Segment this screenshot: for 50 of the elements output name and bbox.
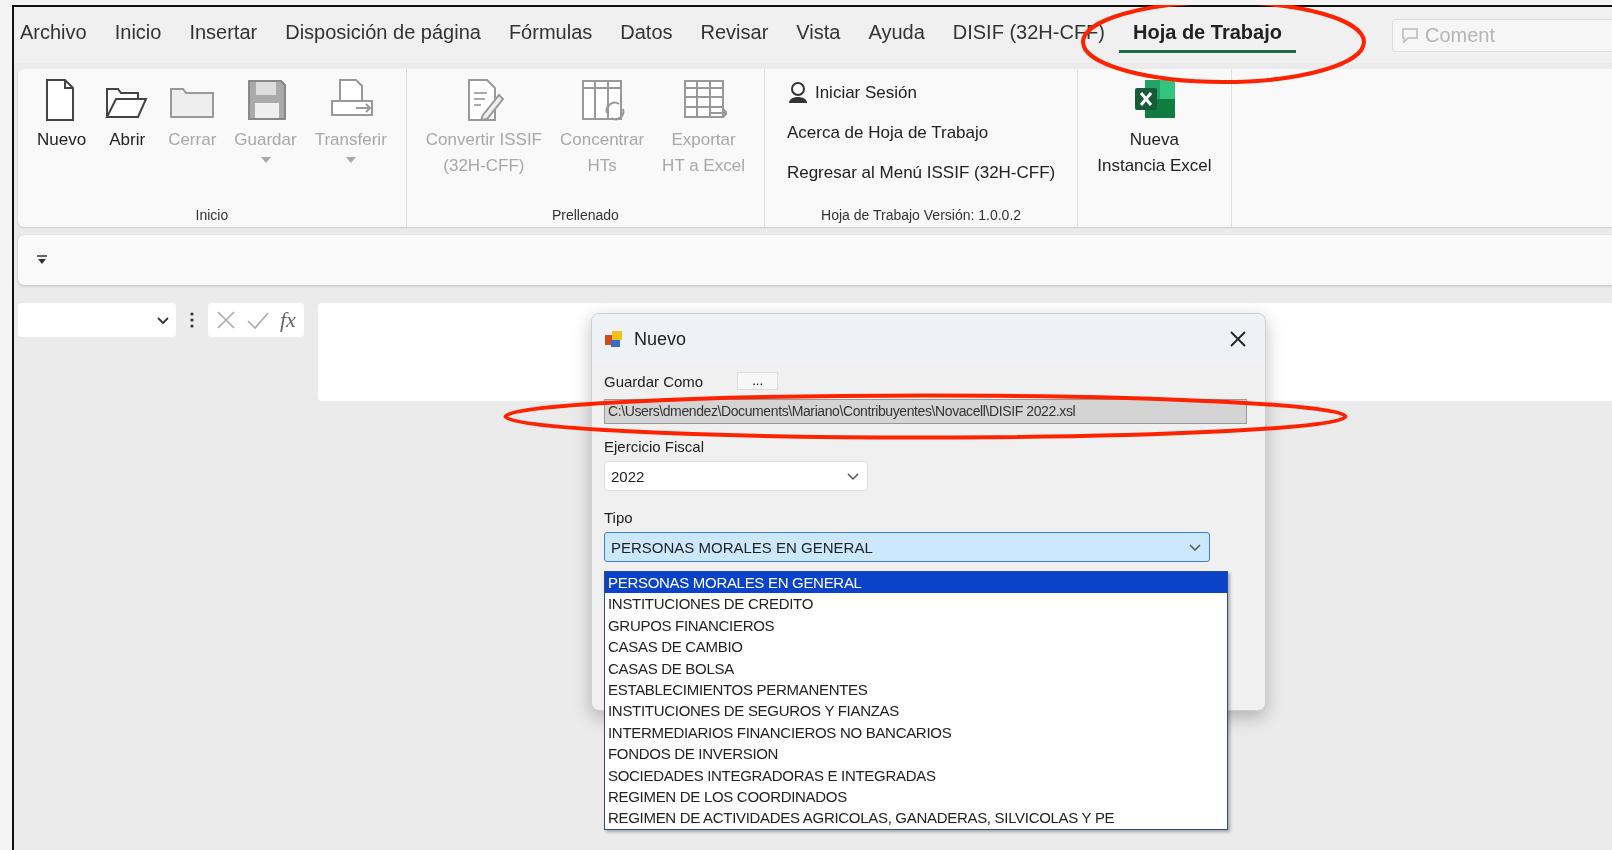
check-icon[interactable] bbox=[246, 310, 270, 330]
more-icon[interactable] bbox=[190, 312, 194, 328]
customize-icon[interactable] bbox=[36, 255, 48, 265]
menu-tab[interactable]: Disposición de página bbox=[271, 17, 495, 53]
dialog-title: Nuevo bbox=[634, 328, 688, 350]
group-caption: Inicio bbox=[194, 206, 230, 223]
menu-tab[interactable]: Datos bbox=[606, 17, 687, 53]
dropdown-option[interactable]: REGIMEN DE LOS COORDINADOS bbox=[605, 785, 1227, 808]
menu-tab[interactable]: Revisar bbox=[686, 17, 783, 53]
field-label: Ejercicio Fiscal bbox=[604, 438, 705, 455]
ribbon-link[interactable]: Iniciar Sesión bbox=[784, 75, 1058, 111]
menu-tab[interactable]: Hoja de Trabajo bbox=[1119, 17, 1296, 53]
user-icon bbox=[786, 81, 809, 105]
chevron-down-icon bbox=[1189, 542, 1201, 552]
menu-tab[interactable]: Inicio bbox=[100, 17, 176, 53]
chevron-down-icon bbox=[156, 315, 170, 325]
ribbon-button[interactable]: Nuevo bbox=[30, 75, 94, 203]
menu-tab[interactable]: Fórmulas bbox=[494, 17, 607, 53]
ribbon-link[interactable]: Acerca de Hoja de Trabajo bbox=[784, 115, 1058, 151]
ribbon-button[interactable]: Abrir bbox=[97, 75, 158, 203]
group-caption: Prellenado bbox=[550, 206, 620, 223]
menu-tab[interactable]: Insertar bbox=[175, 17, 272, 53]
ribbon-link[interactable]: Regresar al Menú ISSIF (32H-CFF) bbox=[784, 155, 1058, 191]
comment-icon bbox=[1400, 27, 1419, 43]
group-caption: Hoja de Trabajo Versión: 1.0.0.2 bbox=[820, 206, 1023, 223]
menu-tab[interactable]: Archivo bbox=[16, 17, 101, 53]
field-label: Tipo bbox=[604, 509, 633, 526]
dropdown-option[interactable]: PERSONAS MORALES EN GENERAL bbox=[605, 572, 1227, 594]
menu-tab[interactable]: Vista bbox=[782, 17, 855, 53]
table-refresh-icon bbox=[579, 77, 626, 123]
cancel-icon[interactable] bbox=[216, 310, 236, 330]
insert-function-button[interactable]: fx bbox=[280, 307, 296, 333]
close-icon[interactable] bbox=[1229, 330, 1247, 348]
dropdown-option[interactable]: INSTITUCIONES DE CREDITO bbox=[605, 593, 1227, 615]
dropdown-option[interactable]: INSTITUCIONES DE SEGUROS Y FIANZAS bbox=[605, 700, 1227, 722]
dropdown-option[interactable]: CASAS DE BOLSA bbox=[605, 657, 1227, 679]
dropdown-field[interactable]: PERSONAS MORALES EN GENERAL bbox=[604, 532, 1210, 562]
ribbon-button[interactable]: Nueva Instancia Excel bbox=[1090, 75, 1219, 223]
dropdown-option[interactable]: CASAS DE CAMBIO bbox=[605, 636, 1227, 658]
dropdown-option[interactable]: INTERMEDIARIOS FINANCIEROS NO BANCARIOS bbox=[605, 721, 1227, 744]
app-icon bbox=[604, 329, 624, 349]
dropdown-option[interactable]: ESTABLECIMIENTOS PERMANENTES bbox=[605, 678, 1227, 701]
chevron-down-icon bbox=[847, 471, 859, 481]
dropdown-option[interactable]: SOCIEDADES INTEGRADORAS E INTEGRADAS bbox=[605, 764, 1227, 786]
dropdown-field[interactable]: 2022 bbox=[604, 461, 868, 491]
menu-tab[interactable]: Ayuda bbox=[854, 17, 939, 53]
dropdown-option[interactable]: FONDOS DE INVERSION bbox=[605, 743, 1227, 765]
field-label: Guardar Como bbox=[604, 373, 704, 390]
dropdown-option[interactable]: REGIMEN DE ACTIVIDADES AGRICOLAS, GANADERAS, SILVICOLAS Y PE bbox=[605, 807, 1227, 829]
dropdown-option[interactable]: GRUPOS FINANCIEROS bbox=[605, 614, 1227, 637]
